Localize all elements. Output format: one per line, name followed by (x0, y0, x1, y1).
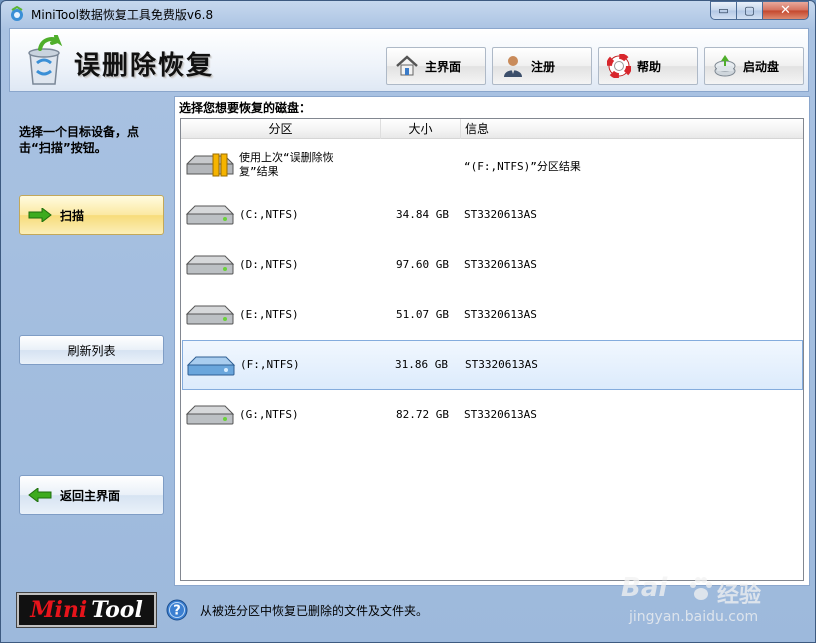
previous-result-disk-icon (186, 153, 234, 177)
partition-name: (G:,NTFS) (239, 408, 299, 421)
scan-button-label: 扫描 (60, 208, 85, 223)
arrow-left-icon (28, 488, 52, 502)
partition-info: ST3320613AS (464, 308, 537, 321)
hard-disk-icon (185, 255, 235, 275)
partition-name: (F:,NTFS) (240, 358, 300, 371)
watermark-brand: Bai (621, 573, 668, 603)
partition-size: 31.86 GB (395, 358, 448, 371)
hard-disk-icon (185, 305, 235, 325)
hard-disk-icon (186, 356, 236, 376)
app-icon (11, 6, 23, 21)
column-header-size[interactable]: 大小 (381, 119, 461, 139)
partition-name: (D:,NTFS) (239, 258, 299, 271)
close-button[interactable]: ✕ (763, 1, 809, 20)
window-title: MiniTool数据恢复工具免费版v6.8 (31, 8, 214, 22)
window-controls: ▭ ▢ ✕ (710, 1, 809, 20)
partition-info: ST3320613AS (465, 358, 538, 371)
maximize-icon: ▢ (744, 4, 755, 17)
logo-tool-text: Tool (91, 597, 143, 623)
list-item-partition-e[interactable]: (E:,NTFS) 51.07 GB ST3320613AS (182, 290, 803, 340)
partition-size: 34.84 GB (396, 208, 449, 221)
list-item-partition-c[interactable]: (C:,NTFS) 34.84 GB ST3320613AS (182, 190, 803, 240)
minimize-icon: ▭ (718, 4, 729, 17)
register-button-label: 注册 (531, 59, 556, 74)
partition-size: 51.07 GB (396, 308, 449, 321)
lifebuoy-icon (607, 54, 631, 78)
list-caption: 选择您想要恢复的磁盘： (179, 101, 312, 115)
user-icon (504, 56, 522, 77)
list-item-partition-d[interactable]: (D:,NTFS) 97.60 GB ST3320613AS (182, 240, 803, 290)
partition-info: ST3320613AS (464, 258, 537, 271)
list-item-partition-g[interactable]: (G:,NTFS) 82.72 GB ST3320613AS (182, 390, 803, 440)
watermark-brand-cn: 经验 (717, 583, 762, 608)
close-icon: ✕ (780, 3, 791, 18)
partition-name-line1: 使用上次“误删除恢 (239, 151, 334, 164)
partition-info: ST3320613AS (464, 408, 537, 421)
refresh-list-label: 刷新列表 (67, 343, 116, 358)
help-button[interactable]: 帮助 (598, 47, 698, 85)
boot-disk-button-label: 启动盘 (743, 59, 780, 74)
recycle-bin-icon (28, 35, 63, 85)
minimize-button[interactable]: ▭ (710, 1, 737, 20)
logo-mini-text: Mini (30, 597, 88, 623)
partition-name: (C:,NTFS) (239, 208, 299, 221)
boot-disk-button[interactable]: 启动盘 (704, 47, 804, 85)
list-item-partition-f[interactable]: (F:,NTFS) 31.86 GB ST3320613AS (182, 340, 803, 390)
baidu-watermark: Bai 经验 jingyan.baidu.com (621, 571, 791, 631)
partition-name: (E:,NTFS) (239, 308, 299, 321)
partition-name: 使用上次“误删除恢 复”结果 (239, 151, 334, 179)
page-title: 误删除恢复 (74, 51, 215, 81)
list-item-previous-result[interactable]: 使用上次“误删除恢 复”结果 “(F:,NTFS)”分区结果 (182, 140, 803, 190)
header-banner: 误删除恢复 主界面 注册 帮助 启动盘 (9, 28, 809, 92)
boot-disk-icon (714, 55, 736, 77)
back-to-main-label: 返回主界面 (60, 488, 121, 503)
watermark-url: jingyan.baidu.com (629, 609, 759, 625)
list-header: 分区 大小 信息 (181, 119, 803, 139)
left-action-panel: 选择一个目标设备，点击“扫描”按钮。 扫描 刷新列表 返回主界面 (9, 96, 171, 586)
status-help-text: 从被选分区中恢复已删除的文件及文件夹。 (200, 604, 429, 618)
help-question-icon: ? (166, 599, 188, 621)
hard-disk-icon (185, 405, 235, 425)
app-window: MiniTool数据恢复工具免费版v6.8 ▭ ▢ ✕ 误删除恢复 主界面 注册… (0, 0, 816, 643)
back-to-main-button[interactable]: 返回主界面 (19, 475, 164, 515)
minitool-logo: Mini Tool (16, 592, 157, 628)
help-button-label: 帮助 (637, 59, 662, 74)
home-button[interactable]: 主界面 (386, 47, 486, 85)
home-button-label: 主界面 (425, 59, 462, 74)
register-button[interactable]: 注册 (492, 47, 592, 85)
refresh-list-button[interactable]: 刷新列表 (19, 335, 164, 365)
column-header-info[interactable]: 信息 (461, 119, 803, 139)
disk-selection-panel: 选择您想要恢复的磁盘： 分区 大小 信息 使用上次“误删除恢 复”结果 “(F:… (174, 96, 810, 586)
baidu-paw-icon (690, 577, 712, 600)
instruction-text: 选择一个目标设备，点击“扫描”按钮。 (19, 125, 140, 155)
home-icon (396, 55, 418, 76)
partition-size: 97.60 GB (396, 258, 449, 271)
partition-info: ST3320613AS (464, 208, 537, 221)
scan-button[interactable]: 扫描 (19, 195, 164, 235)
svg-text:?: ? (173, 604, 181, 619)
partition-info: “(F:,NTFS)”分区结果 (464, 160, 581, 173)
column-header-partition[interactable]: 分区 (181, 119, 381, 139)
maximize-button[interactable]: ▢ (737, 1, 763, 20)
partition-list[interactable]: 分区 大小 信息 使用上次“误删除恢 复”结果 “(F:,NTFS)”分区结果 … (180, 118, 804, 581)
partition-name-line2: 复”结果 (239, 165, 279, 178)
partition-size: 82.72 GB (396, 408, 449, 421)
hard-disk-icon (185, 205, 235, 225)
title-bar[interactable]: MiniTool数据恢复工具免费版v6.8 ▭ ▢ ✕ (1, 1, 815, 27)
arrow-right-icon (28, 208, 52, 222)
